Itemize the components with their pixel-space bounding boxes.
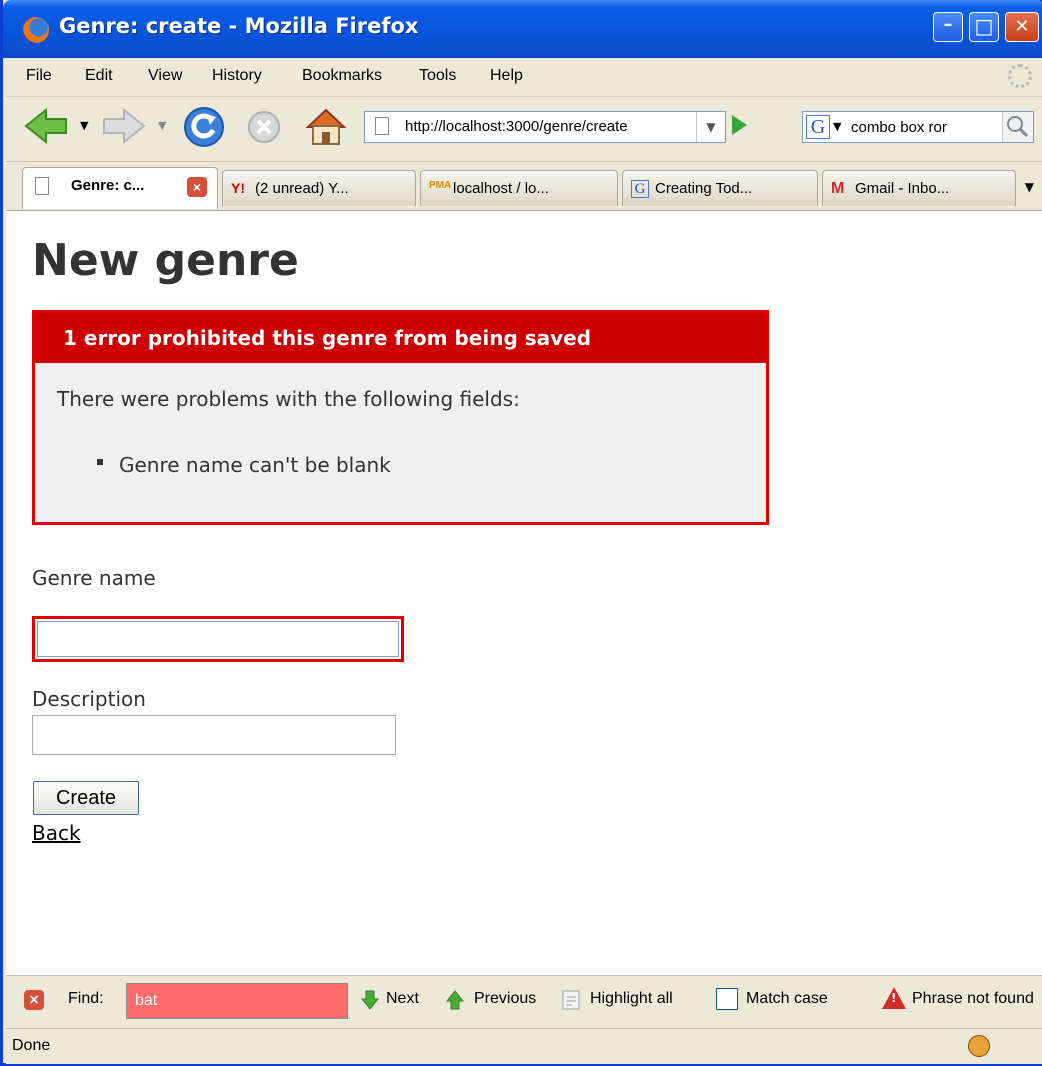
menu-bookmarks[interactable]: Bookmarks <box>302 67 382 85</box>
page-icon <box>375 117 389 135</box>
tab-label: Creating Tod... <box>655 180 753 197</box>
find-status-message: Phrase not found <box>912 990 1034 1007</box>
status-bar: Done <box>6 1028 1042 1064</box>
reload-icon[interactable] <box>182 105 226 149</box>
menu-help[interactable]: Help <box>490 67 523 85</box>
phpmyadmin-icon: PMA <box>429 180 452 191</box>
tab-yahoo-mail[interactable]: Y! (2 unread) Y... <box>222 170 416 206</box>
find-input[interactable]: bat <box>126 983 348 1019</box>
throbber-icon <box>1008 64 1032 88</box>
minimize-icon: – <box>943 14 953 35</box>
match-case-label[interactable]: Match case <box>746 990 828 1008</box>
search-input[interactable]: combo box ror <box>851 119 947 136</box>
genre-name-field[interactable] <box>37 621 399 657</box>
firefox-logo-icon <box>23 17 49 43</box>
gmail-icon: M <box>831 180 845 197</box>
page-title: New genre <box>32 235 299 286</box>
highlight-all-button[interactable]: Highlight all <box>590 990 673 1008</box>
greasemonkey-icon[interactable] <box>968 1035 990 1057</box>
bullet-icon <box>97 459 103 465</box>
error-header: 1 error prohibited this genre from being… <box>35 313 766 363</box>
url-bar[interactable]: http://localhost:3000/genre/create ▼ <box>364 111 726 143</box>
maximize-icon: □ <box>974 14 994 38</box>
search-bar[interactable]: G ▼ combo box ror <box>802 111 1034 143</box>
description-label: Description <box>32 687 146 711</box>
description-field[interactable] <box>32 715 396 755</box>
menu-history[interactable]: History <box>212 67 262 85</box>
genre-name-field-error-wrapper <box>32 616 404 662</box>
go-arrow-icon[interactable] <box>732 115 747 135</box>
find-next-button[interactable]: Next <box>386 990 419 1008</box>
google-icon: G <box>631 180 649 198</box>
find-next-arrow-icon[interactable] <box>361 990 379 1010</box>
tab-label: Gmail - Inbo... <box>855 180 950 197</box>
warning-exclamation-icon: ! <box>891 991 897 1005</box>
error-intro: There were problems with the following f… <box>57 387 520 411</box>
menu-edit[interactable]: Edit <box>85 67 113 85</box>
findbar-close-icon[interactable]: × <box>24 990 44 1010</box>
error-header-text: 1 error prohibited this genre from being… <box>63 326 592 350</box>
url-text[interactable]: http://localhost:3000/genre/create <box>405 118 628 135</box>
search-engine-dropdown-icon[interactable]: ▼ <box>833 120 841 133</box>
create-button[interactable]: Create <box>33 781 139 815</box>
tab-creating-tod[interactable]: G Creating Tod... <box>622 170 818 206</box>
tab-bar: Genre: c... × Y! (2 unread) Y... PMA loc… <box>6 162 1042 211</box>
highlight-icon[interactable] <box>562 990 580 1010</box>
minimize-button[interactable]: – <box>933 12 963 42</box>
back-arrow-icon[interactable] <box>24 107 70 145</box>
home-icon[interactable] <box>304 105 348 147</box>
error-explanation: 1 error prohibited this genre from being… <box>32 310 769 525</box>
match-case-checkbox[interactable] <box>716 988 738 1010</box>
title-bar[interactable]: Genre: create - Mozilla Firefox – □ ✕ <box>3 0 1042 58</box>
find-bar: × Find: bat Next Previous Highlight all … <box>6 975 1042 1029</box>
find-previous-button[interactable]: Previous <box>474 990 536 1008</box>
tab-genre-create[interactable]: Genre: c... × <box>22 167 218 209</box>
genre-name-label: Genre name <box>32 566 156 590</box>
tab-label: Genre: c... <box>71 177 145 194</box>
page-content: New genre 1 error prohibited this genre … <box>6 211 1042 975</box>
find-input-text[interactable]: bat <box>135 992 157 1010</box>
google-search-engine-icon[interactable]: G <box>806 115 830 139</box>
menu-bar: File Edit View History Bookmarks Tools H… <box>6 58 1042 97</box>
tab-gmail[interactable]: M Gmail - Inbo... <box>822 170 1016 206</box>
page-icon <box>35 177 49 195</box>
error-item: Genre name can't be blank <box>119 453 391 477</box>
maximize-button[interactable]: □ <box>969 12 999 42</box>
url-history-dropdown-icon[interactable]: ▼ <box>696 112 725 142</box>
tab-phpmyadmin[interactable]: PMA localhost / lo... <box>420 170 618 206</box>
magnifier-icon <box>1007 116 1029 138</box>
tab-close-icon[interactable]: × <box>187 177 207 197</box>
navigation-toolbar: ▼ ▼ http://localhost:3000/genre/create ▼… <box>6 97 1042 162</box>
browser-window: Genre: create - Mozilla Firefox – □ ✕ Fi… <box>0 0 1042 1066</box>
back-history-dropdown-icon[interactable]: ▼ <box>80 119 88 132</box>
tab-label: (2 unread) Y... <box>255 180 349 197</box>
window-title: Genre: create - Mozilla Firefox <box>59 14 419 38</box>
back-link[interactable]: Back <box>32 821 81 845</box>
status-text: Done <box>12 1037 51 1054</box>
close-window-button[interactable]: ✕ <box>1005 12 1039 42</box>
search-button[interactable] <box>1002 112 1033 142</box>
menu-file[interactable]: File <box>26 67 52 85</box>
yahoo-icon: Y! <box>231 180 245 196</box>
menu-view[interactable]: View <box>148 67 182 85</box>
find-previous-arrow-icon[interactable] <box>446 990 464 1010</box>
forward-history-dropdown-icon[interactable]: ▼ <box>158 119 166 132</box>
tab-list-dropdown-icon[interactable]: ▼ <box>1025 180 1034 194</box>
description-input[interactable] <box>33 716 395 754</box>
find-label: Find: <box>68 990 104 1007</box>
tab-label: localhost / lo... <box>453 180 549 197</box>
close-icon: ✕ <box>1014 16 1030 37</box>
genre-name-input[interactable] <box>38 622 398 656</box>
menu-tools[interactable]: Tools <box>419 67 456 85</box>
stop-icon[interactable] <box>246 109 282 145</box>
forward-arrow-icon[interactable] <box>100 107 146 145</box>
